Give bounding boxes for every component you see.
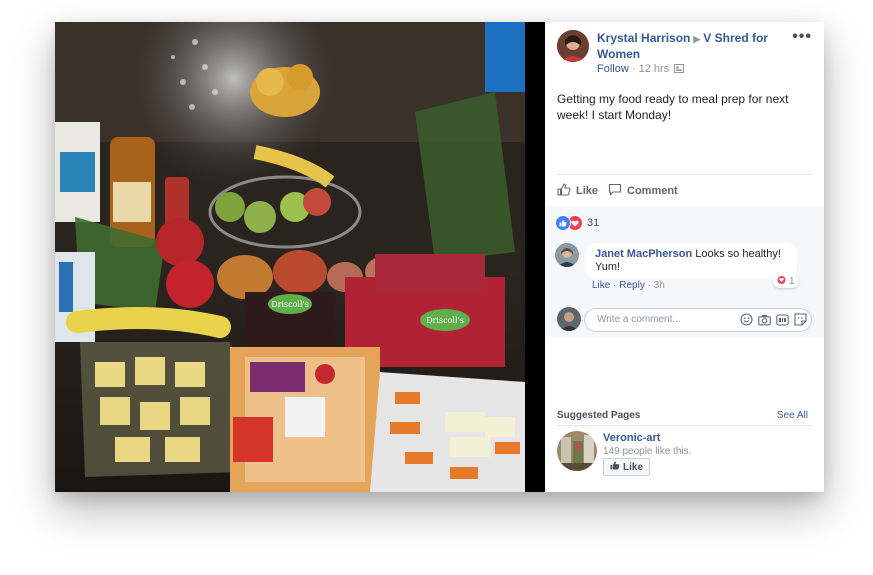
commenter-avatar[interactable] <box>555 243 579 267</box>
like-button-label: Like <box>576 185 599 197</box>
commenter-avatar-image <box>555 243 579 267</box>
post-photo: Driscoll's Driscoll's <box>55 22 525 492</box>
commenter-name-link[interactable]: Janet MacPherson <box>595 248 692 260</box>
author-name-link[interactable]: Krystal Harrison <box>597 31 690 45</box>
author-avatar[interactable] <box>557 30 589 62</box>
comment-input[interactable] <box>595 313 729 326</box>
suggested-page-likes: 149 people like this. <box>603 446 692 457</box>
meta-separator: · <box>631 63 639 75</box>
clamshell-label-b: Driscoll's <box>426 316 464 325</box>
suggested-page-avatar[interactable] <box>557 431 597 471</box>
composer-icons <box>740 313 807 326</box>
see-all-link[interactable]: See All <box>777 410 808 421</box>
current-user-avatar[interactable] <box>557 307 581 331</box>
comment-button[interactable]: Comment <box>608 183 678 199</box>
suggested-page-avatar-image <box>557 431 597 471</box>
photo-viewer[interactable]: Driscoll's Driscoll's <box>55 22 545 492</box>
comment-composer[interactable] <box>584 308 812 332</box>
like-reaction-icon <box>555 215 571 231</box>
post-sidebar: Krystal Harrison ▶ V Shred for Women Follo… <box>545 22 824 492</box>
comment-button-label: Comment <box>627 185 678 197</box>
post-header-title: Krystal Harrison ▶ V Shred for Women <box>597 31 777 62</box>
like-page-button[interactable]: Like <box>603 458 651 476</box>
comment-like-link[interactable]: Like <box>592 280 610 291</box>
audience-icon[interactable] <box>674 64 685 76</box>
reactions-summary[interactable]: 31 <box>555 215 599 231</box>
reactions-count: 31 <box>587 217 600 229</box>
post-text: Getting my food ready to meal prep for n… <box>557 92 789 122</box>
thumbs-up-icon <box>610 461 620 473</box>
clamshell-label-a: Driscoll's <box>271 300 309 309</box>
comment-reaction-count: 1 <box>789 276 795 287</box>
post-options-button[interactable]: ••• <box>792 28 812 46</box>
comment-reactions[interactable]: 1 <box>773 275 799 288</box>
like-page-button-label: Like <box>623 461 644 473</box>
love-reaction-icon <box>777 276 786 287</box>
suggested-pages-title: Suggested Pages <box>557 410 641 421</box>
comment-icon <box>608 183 622 199</box>
author-avatar-image <box>557 30 589 62</box>
suggested-divider <box>557 425 813 426</box>
comment-timestamp[interactable]: 3h <box>654 280 665 291</box>
actions-divider <box>557 174 813 175</box>
sticker-icon[interactable] <box>794 313 807 326</box>
emoji-icon[interactable] <box>740 313 753 326</box>
suggested-page-name[interactable]: Veronic-art <box>603 432 660 444</box>
current-user-avatar-image <box>557 307 581 331</box>
post-meta: Follow · 12 hrs <box>597 63 685 76</box>
comment-actions: Like · Reply · 3h <box>592 280 665 291</box>
follow-link[interactable]: Follow <box>597 63 629 75</box>
comment-bubble: Janet MacPherson Looks so healthy! Yum! <box>585 243 797 279</box>
like-button[interactable]: Like <box>557 183 598 199</box>
post-timestamp[interactable]: 12 hrs <box>639 63 670 75</box>
thumbs-up-icon <box>557 183 571 199</box>
share-arrow-icon: ▶ <box>693 34 701 44</box>
camera-icon[interactable] <box>758 313 771 326</box>
comment-reply-link[interactable]: Reply <box>619 280 645 291</box>
gif-icon[interactable] <box>776 313 789 326</box>
